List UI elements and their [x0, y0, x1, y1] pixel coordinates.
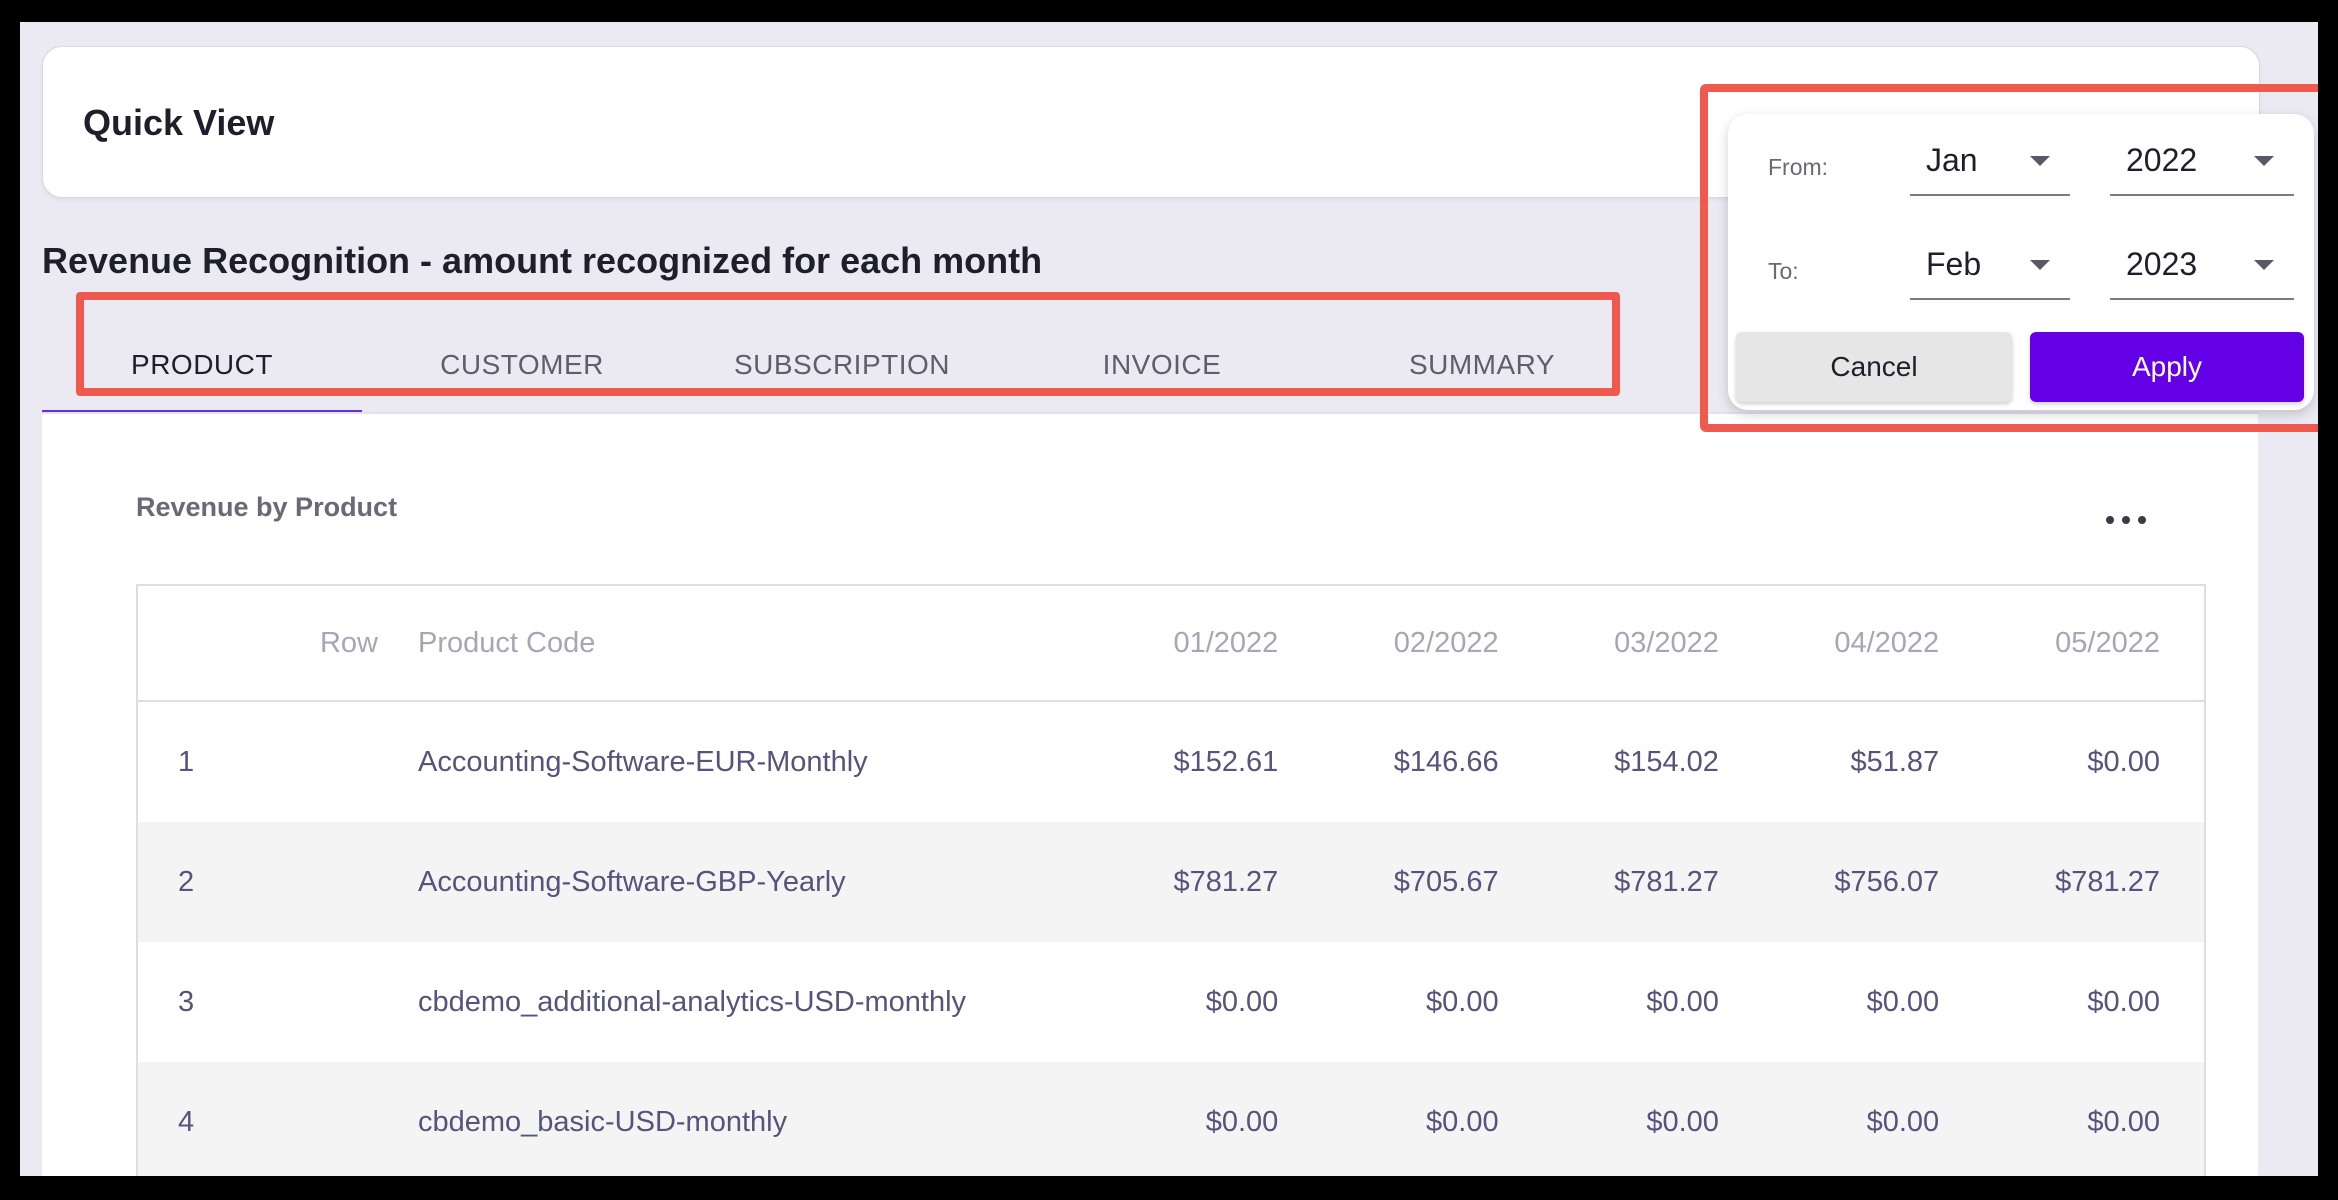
amount-cell: $0.00	[1322, 1062, 1543, 1176]
to-month-value: Feb	[1926, 246, 1982, 282]
to-label: To:	[1768, 258, 1799, 284]
to-month-select[interactable]: Feb	[1910, 238, 2070, 300]
table-row: 3 cbdemo_additional-analytics-USD-monthl…	[137, 942, 2205, 1062]
table-row: 4 cbdemo_basic-USD-monthly $0.00 $0.00 $…	[137, 1062, 2205, 1176]
more-horizontal-icon[interactable]	[2106, 510, 2146, 530]
from-month-value: Jan	[1926, 142, 1978, 178]
from-year-select[interactable]: 2022	[2110, 134, 2294, 196]
row-number: 3	[178, 985, 195, 1018]
tabs-highlight-box	[76, 292, 1620, 396]
row-number: 4	[137, 1062, 418, 1176]
to-year-select[interactable]: 2023	[2110, 238, 2294, 300]
row-number: 2	[137, 822, 418, 942]
header-month[interactable]: 02/2022	[1322, 585, 1543, 702]
product-code: cbdemo_basic-USD-monthly	[418, 1062, 1102, 1176]
amount-cell: $781.27	[1102, 822, 1323, 942]
amount-cell: $756.07	[1762, 822, 1984, 942]
chevron-down-icon	[2030, 260, 2050, 270]
table-row: 2 Accounting-Software-GBP-Yearly $781.27…	[137, 822, 2205, 942]
amount-cell: $0.00	[1762, 1062, 1984, 1176]
revenue-card: Revenue by Product Row Product Code 01/2…	[42, 414, 2258, 1176]
amount-cell: $0.00	[2087, 745, 2160, 778]
amount-cell: $781.27	[1983, 822, 2205, 942]
amount-cell: $51.87	[1850, 745, 1940, 778]
row-number: 1	[178, 745, 195, 778]
header-month[interactable]: 05/2022	[1983, 585, 2205, 702]
quick-view-title: Quick View	[83, 102, 275, 143]
from-month-select[interactable]: Jan	[1910, 134, 2070, 196]
from-year-value: 2022	[2126, 142, 2198, 178]
amount-cell: $152.61	[1173, 745, 1279, 778]
header-product-code[interactable]: Product Code	[418, 585, 1102, 702]
chevron-down-icon	[2030, 156, 2050, 166]
header-month[interactable]: 03/2022	[1542, 585, 1763, 702]
amount-cell: $0.00	[1542, 1062, 1763, 1176]
card-title: Revenue by Product	[136, 492, 398, 522]
amount-cell: $705.67	[1322, 822, 1543, 942]
amount-cell: $0.00	[1646, 985, 1719, 1018]
cancel-button[interactable]: Cancel	[1736, 332, 2012, 402]
amount-cell: $154.02	[1614, 745, 1719, 778]
revenue-table: Row Product Code 01/2022 02/2022 03/2022…	[136, 584, 2206, 1176]
amount-cell: $0.00	[1983, 1062, 2205, 1176]
date-range-popover: From: Jan 2022 To: Feb 2023 Cancel Apply	[1728, 114, 2314, 410]
table-row: 1 Accounting-Software-EUR-Monthly $152.6…	[137, 701, 2205, 822]
header-month[interactable]: 01/2022	[1102, 585, 1323, 702]
header-month[interactable]: 04/2022	[1762, 585, 1984, 702]
amount-cell: $0.00	[1205, 985, 1279, 1018]
product-code: Accounting-Software-GBP-Yearly	[418, 822, 1102, 942]
product-code: cbdemo_additional-analytics-USD-monthly	[418, 985, 967, 1018]
apply-button[interactable]: Apply	[2030, 332, 2304, 402]
to-year-value: 2023	[2126, 246, 2198, 282]
amount-cell: $0.00	[2087, 985, 2160, 1018]
section-title: Revenue Recognition - amount recognized …	[42, 240, 1043, 281]
from-label: From:	[1768, 154, 1829, 180]
chevron-down-icon	[2254, 156, 2274, 166]
amount-cell: $0.00	[1426, 985, 1499, 1018]
header-row[interactable]: Row	[137, 585, 418, 702]
amount-cell: $0.00	[1866, 985, 1940, 1018]
app-frame: Quick View Revenue Recognition - amount …	[20, 22, 2318, 1176]
table-header-row: Row Product Code 01/2022 02/2022 03/2022…	[137, 585, 2205, 702]
product-code: Accounting-Software-EUR-Monthly	[418, 745, 868, 778]
amount-cell: $781.27	[1542, 822, 1763, 942]
amount-cell: $0.00	[1102, 1062, 1323, 1176]
amount-cell: $146.66	[1393, 745, 1499, 778]
chevron-down-icon	[2254, 260, 2274, 270]
